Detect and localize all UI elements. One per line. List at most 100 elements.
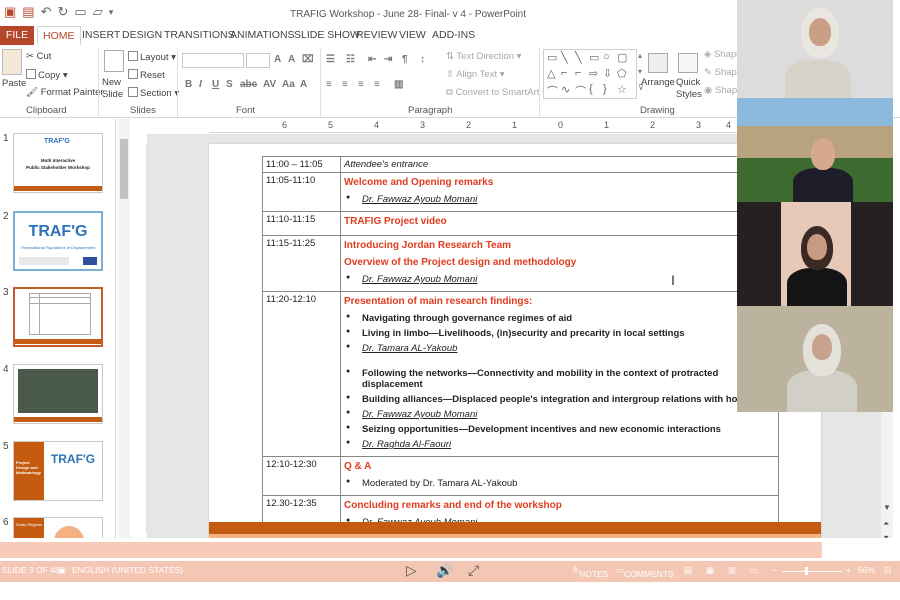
text-direction-button[interactable]: ⇅ Text Direction ▾: [446, 51, 521, 62]
decrease-indent-icon[interactable]: ⇤: [368, 54, 376, 65]
brace-right-icon[interactable]: }: [603, 83, 607, 95]
proofing-icon[interactable]: ▣: [58, 565, 66, 576]
pentagon-icon[interactable]: ⬠: [617, 67, 627, 80]
tab-design[interactable]: DESIGN: [122, 26, 162, 45]
video-participant-2[interactable]: [737, 98, 893, 202]
slide-thumbnail-2[interactable]: TRAF'G Transnational Figurations of Disp…: [13, 211, 103, 271]
start-slideshow-icon[interactable]: ▭: [74, 5, 86, 19]
paste-button[interactable]: Paste: [2, 78, 26, 89]
star-icon[interactable]: ☆: [617, 83, 627, 96]
shadow-icon[interactable]: S: [226, 79, 233, 90]
agenda-content-cell[interactable]: Welcome and Opening remarks Dr. Fawwaz Ay…: [340, 172, 779, 212]
new-slide-icon[interactable]: [104, 50, 124, 72]
agenda-row[interactable]: 11:15-11:25 Introducing Jordan Research T…: [262, 235, 779, 292]
curve-icon[interactable]: ∿: [561, 83, 570, 96]
tab-transitions[interactable]: TRANSITIONS: [164, 26, 235, 45]
agenda-content-cell[interactable]: TRAFIG Project video: [340, 211, 779, 236]
shapes-gallery[interactable]: ▭ ╲ ╲ ▭ ○ ▢ △ ⌐ ⌐ ⇨ ⇩ ⬠ ⌒ ∿ ⌒ { } ☆: [543, 49, 637, 99]
fullscreen-icon[interactable]: ⤢: [468, 562, 479, 579]
elbow-connector-icon-2[interactable]: ⌐: [575, 67, 581, 79]
grow-font-icon[interactable]: A: [274, 54, 281, 65]
slideshow-view-icon[interactable]: ▭: [750, 565, 758, 576]
text-box-icon[interactable]: ▭: [547, 51, 557, 64]
arc-icon[interactable]: ⌒: [575, 83, 586, 99]
video-participant-4[interactable]: [737, 306, 893, 412]
quick-styles-icon[interactable]: [678, 53, 698, 73]
reset-button[interactable]: Reset: [128, 69, 165, 81]
down-arrow-icon[interactable]: ⇩: [603, 67, 612, 80]
clipboard-icon[interactable]: [2, 49, 22, 75]
tab-animations[interactable]: ANIMATIONS: [230, 26, 295, 45]
cut-button[interactable]: ✂ Cut: [26, 51, 51, 62]
oval-icon[interactable]: ○: [603, 51, 610, 63]
open-icon[interactable]: ▱: [93, 5, 103, 19]
char-spacing-icon[interactable]: AV: [263, 79, 276, 90]
quick-styles-button[interactable]: Quick Styles: [676, 77, 706, 101]
bold-icon[interactable]: B: [185, 79, 192, 90]
undo-icon[interactable]: ↶: [41, 5, 52, 19]
strikethrough-icon[interactable]: abc: [240, 79, 257, 90]
agenda-content-cell[interactable]: Attendee's entrance: [340, 156, 779, 173]
justify-icon[interactable]: ≡: [374, 79, 380, 90]
reading-view-icon[interactable]: ▥: [728, 565, 736, 576]
line-spacing-icon[interactable]: ↕: [420, 54, 425, 65]
italic-icon[interactable]: I: [199, 79, 202, 90]
agenda-row[interactable]: 11:20-12:10 Presentation of main research…: [262, 291, 779, 457]
notes-pane[interactable]: [0, 538, 900, 560]
video-participant-1[interactable]: [737, 0, 893, 98]
columns-icon[interactable]: ▥: [394, 79, 403, 90]
agenda-time-cell[interactable]: 12:10-12:30: [262, 456, 341, 496]
app-icon[interactable]: ▣: [4, 5, 16, 19]
normal-view-icon[interactable]: ▤: [684, 565, 692, 576]
numbering-icon[interactable]: ☷: [346, 54, 355, 65]
bracket-icon[interactable]: ⌒: [547, 83, 558, 99]
smartart-button[interactable]: ⧉ Convert to SmartArt ▾: [446, 87, 546, 98]
tab-home[interactable]: HOME: [37, 26, 81, 45]
zoom-slider[interactable]: [782, 571, 842, 572]
tab-slide-show[interactable]: SLIDE SHOW: [294, 26, 360, 45]
zoom-level[interactable]: 66%: [858, 565, 875, 575]
slide-sorter-icon[interactable]: ▦: [706, 565, 714, 576]
agenda-time-cell[interactable]: 11:15-11:25: [262, 235, 341, 292]
agenda-row[interactable]: 11:00 – 11:05 Attendee's entrance: [262, 156, 779, 173]
clear-format-icon[interactable]: ⌧: [302, 54, 314, 65]
tab-add-ins[interactable]: ADD-INS: [432, 26, 475, 45]
slide-thumbnail-4[interactable]: [13, 364, 103, 424]
arrange-button[interactable]: Arrange: [641, 77, 675, 88]
tab-review[interactable]: REVIEW: [356, 26, 397, 45]
gallery-scroll-up-icon[interactable]: ▴: [638, 51, 642, 60]
thumbnail-scrollbar[interactable]: [118, 119, 130, 559]
align-right-icon[interactable]: ≡: [358, 79, 364, 90]
triangle-icon[interactable]: △: [547, 67, 555, 80]
font-color-icon[interactable]: A: [300, 79, 307, 90]
underline-icon[interactable]: U: [212, 79, 219, 90]
scrollbar-thumb[interactable]: [120, 139, 128, 199]
customize-qat-icon[interactable]: ▾: [109, 5, 114, 19]
tab-insert[interactable]: INSERT: [82, 26, 120, 45]
agenda-row[interactable]: 11:05-11:10Welcome and Opening remarks Dr…: [262, 172, 779, 212]
format-painter-button[interactable]: 🖌 Format Painter: [26, 87, 104, 98]
line-icon-2[interactable]: ╲: [575, 51, 582, 64]
layout-button[interactable]: Layout ▾: [128, 51, 176, 63]
agenda-content-cell[interactable]: Q & A Moderated by Dr. Tamara AL-Yakoub: [340, 456, 779, 496]
elbow-connector-icon[interactable]: ⌐: [561, 67, 567, 79]
center-icon[interactable]: ≡: [342, 79, 348, 90]
section-button[interactable]: Section ▾: [128, 87, 179, 99]
current-slide[interactable]: 11:00 – 11:05 Attendee's entrance 11:05-11…: [209, 144, 821, 549]
copy-button[interactable]: Copy ▾: [26, 69, 68, 81]
video-participant-3[interactable]: [737, 202, 893, 306]
audio-icon[interactable]: 🔊: [436, 562, 453, 579]
agenda-time-cell[interactable]: 11:05-11:10: [262, 172, 341, 212]
rounded-rect-icon[interactable]: ▢: [617, 51, 627, 64]
align-text-button[interactable]: ⇳ Align Text ▾: [446, 69, 505, 80]
zoom-in-icon[interactable]: +: [846, 565, 851, 575]
rtl-icon[interactable]: ¶: [402, 54, 408, 65]
zoom-slider-thumb[interactable]: [805, 567, 808, 575]
slide-thumbnail-3[interactable]: [13, 287, 103, 347]
language-indicator[interactable]: ENGLISH (UNITED STATES): [72, 565, 183, 575]
slide-thumbnail-pane[interactable]: 1 TRAF'G Multi Interactive Public Stakeh…: [0, 119, 116, 559]
agenda-time-cell[interactable]: 11:00 – 11:05: [262, 156, 341, 173]
agenda-row[interactable]: 12:10-12:30Q & A Moderated by Dr. Tamara …: [262, 456, 779, 496]
slide-thumbnail-1[interactable]: TRAF'G Multi Interactive Public Stakehol…: [13, 133, 103, 193]
rectangle-icon[interactable]: ▭: [589, 51, 599, 64]
